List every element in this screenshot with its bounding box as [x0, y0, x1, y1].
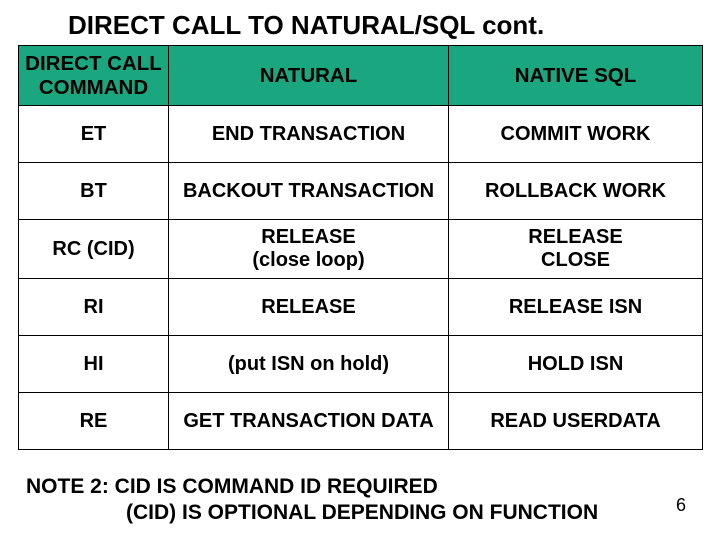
- footnote-line1: NOTE 2: CID IS COMMAND ID REQUIRED: [26, 475, 438, 498]
- cell-cmd: RC (CID): [19, 220, 169, 279]
- header-natural: NATURAL: [169, 46, 449, 106]
- table-row: RC (CID) RELEASE (close loop) RELEASE CL…: [19, 220, 703, 279]
- cell-natural: END TRANSACTION: [169, 106, 449, 163]
- cell-sql: COMMIT WORK: [449, 106, 703, 163]
- cell-sql: RELEASE CLOSE: [449, 220, 703, 279]
- cell-natural: GET TRANSACTION DATA: [169, 393, 449, 450]
- cell-natural: RELEASE (close loop): [169, 220, 449, 279]
- slide: DIRECT CALL TO NATURAL/SQL cont. DIRECT …: [0, 0, 720, 540]
- table-row: HI (put ISN on hold) HOLD ISN: [19, 336, 703, 393]
- table-row: ET END TRANSACTION COMMIT WORK: [19, 106, 703, 163]
- cell-cmd: RI: [19, 279, 169, 336]
- header-native-sql: NATIVE SQL: [449, 46, 703, 106]
- cell-natural: (put ISN on hold): [169, 336, 449, 393]
- cell-cmd: RE: [19, 393, 169, 450]
- cell-cmd: HI: [19, 336, 169, 393]
- cell-cmd: BT: [19, 163, 169, 220]
- header-direct-call-command: DIRECT CALL COMMAND: [19, 46, 169, 106]
- cell-sql: READ USERDATA: [449, 393, 703, 450]
- cell-sql: RELEASE ISN: [449, 279, 703, 336]
- cell-sql: ROLLBACK WORK: [449, 163, 703, 220]
- page-title: DIRECT CALL TO NATURAL/SQL cont.: [68, 10, 702, 41]
- footnote-line2: (CID) IS OPTIONAL DEPENDING ON FUNCTION: [26, 500, 702, 526]
- page-number: 6: [676, 495, 686, 516]
- command-table: DIRECT CALL COMMAND NATURAL NATIVE SQL E…: [18, 45, 703, 450]
- footnote: NOTE 2: CID IS COMMAND ID REQUIRED (CID)…: [26, 474, 702, 527]
- table-row: RE GET TRANSACTION DATA READ USERDATA: [19, 393, 703, 450]
- cell-sql: HOLD ISN: [449, 336, 703, 393]
- table-row: BT BACKOUT TRANSACTION ROLLBACK WORK: [19, 163, 703, 220]
- table-header-row: DIRECT CALL COMMAND NATURAL NATIVE SQL: [19, 46, 703, 106]
- cell-cmd: ET: [19, 106, 169, 163]
- table-row: RI RELEASE RELEASE ISN: [19, 279, 703, 336]
- cell-natural: RELEASE: [169, 279, 449, 336]
- cell-natural: BACKOUT TRANSACTION: [169, 163, 449, 220]
